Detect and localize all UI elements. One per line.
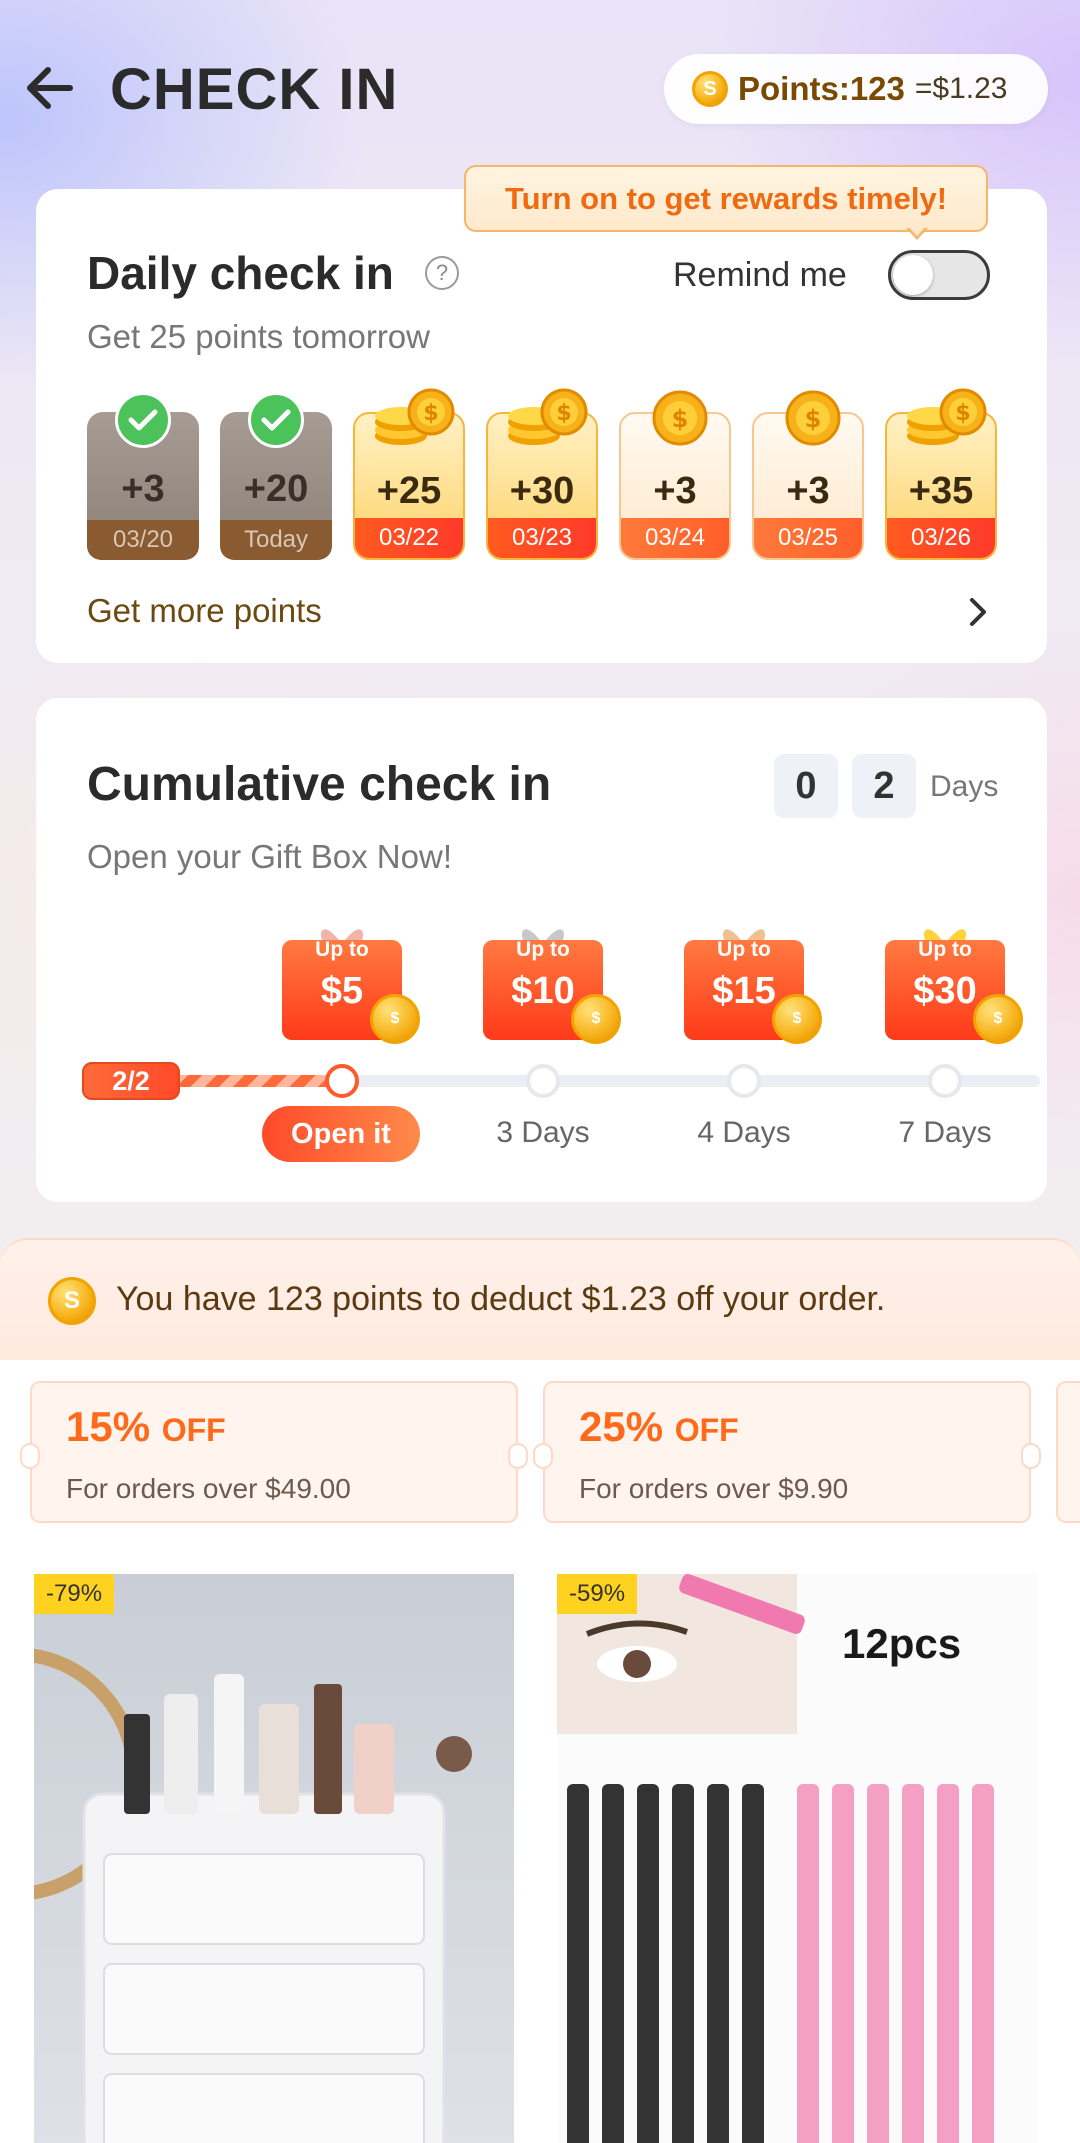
day-points: +35 xyxy=(908,470,974,512)
coupon-notch xyxy=(20,1443,40,1469)
day-count-digit: 0 xyxy=(774,754,838,818)
day-points: +3 xyxy=(786,470,830,512)
day-tile[interactable]: $ +3 03/25 xyxy=(752,390,864,560)
svg-text:$: $ xyxy=(672,405,689,433)
svg-text:$: $ xyxy=(955,401,970,426)
day-tile[interactable]: $ +35 03/26 xyxy=(885,388,997,560)
coupon-discount: 25% OFF xyxy=(579,1403,739,1450)
product-caption: 12pcs xyxy=(842,1620,962,1667)
svg-text:$: $ xyxy=(556,401,571,426)
remind-tooltip: Turn on to get rewards timely! xyxy=(464,165,988,232)
day-date: Today xyxy=(220,520,332,560)
daily-title: Daily check in xyxy=(87,247,394,299)
day-points: +25 xyxy=(376,470,442,512)
day-tile[interactable]: $ +3 03/24 xyxy=(619,390,731,560)
gift-box[interactable]: Up to $5 $ xyxy=(282,918,420,1050)
remind-label: Remind me xyxy=(673,256,847,294)
points-value: =$1.23 xyxy=(914,72,1008,105)
day-date: 03/25 xyxy=(754,518,862,558)
gift-upto: Up to xyxy=(516,938,570,961)
cumulative-subtitle: Open your Gift Box Now! xyxy=(87,838,452,875)
day-points: +30 xyxy=(509,470,575,512)
coin-icon: $ xyxy=(370,994,420,1044)
product-image xyxy=(557,1574,994,2143)
coin-stack-icon: $ xyxy=(375,388,455,445)
tooltip-arrow-fill xyxy=(908,226,926,236)
coupon-discount: 15% OFF xyxy=(66,1403,226,1450)
coin-icon: $ xyxy=(973,994,1023,1044)
daily-subtitle: Get 25 points tomorrow xyxy=(87,318,430,355)
check-icon xyxy=(248,392,304,448)
discount-badge: -59% xyxy=(557,1574,638,1614)
coin-icon: $ xyxy=(785,390,841,446)
coupon-condition: For orders over $9.90 xyxy=(579,1473,849,1504)
day-points: +20 xyxy=(243,468,309,510)
points-label: Points:123 xyxy=(738,70,905,107)
gift-upto: Up to xyxy=(717,938,771,961)
product-card[interactable]: -79% xyxy=(34,1574,514,2143)
svg-text:$: $ xyxy=(805,405,822,433)
get-more-points-link[interactable]: Get more points xyxy=(87,592,322,630)
points-notice-text: You have 123 points to deduct $1.23 off … xyxy=(116,1280,886,1318)
day-tile[interactable]: +3 03/20 xyxy=(87,392,199,560)
coin-icon: S xyxy=(692,71,728,107)
progress-fill xyxy=(160,1075,340,1087)
gift-upto: Up to xyxy=(918,938,972,961)
arrow-left-icon xyxy=(27,67,73,109)
day-date: 03/24 xyxy=(621,518,729,558)
chevron-right-icon[interactable] xyxy=(966,594,990,630)
coin-stack-icon: $ xyxy=(907,388,987,445)
day-count-digit: 2 xyxy=(852,754,916,818)
day-date: 03/23 xyxy=(488,518,596,558)
coupon-notch xyxy=(508,1443,528,1469)
milestone-node xyxy=(928,1064,962,1098)
product-image xyxy=(34,1648,472,2143)
cumulative-title: Cumulative check in xyxy=(87,758,552,811)
coupon-card[interactable]: 15% OFF For orders over $49.00 xyxy=(20,1381,528,1523)
page-title: CHECK IN xyxy=(110,57,399,122)
day-date: 03/26 xyxy=(887,518,995,558)
day-date: 03/22 xyxy=(355,518,463,558)
coin-icon: $ xyxy=(652,390,708,446)
svg-text:$: $ xyxy=(423,401,438,426)
points-balance[interactable]: S Points:123 =$1.23 xyxy=(664,54,1048,124)
check-icon xyxy=(115,392,171,448)
milestone-node xyxy=(325,1064,359,1098)
gift-box[interactable]: Up to $10 $ xyxy=(483,918,621,1050)
toggle-knob xyxy=(893,255,933,295)
milestone-label: 7 Days xyxy=(898,1116,992,1149)
help-icon[interactable]: ? xyxy=(425,256,459,290)
day-tile[interactable]: $ +25 03/22 xyxy=(353,388,465,560)
milestone-label: 3 Days xyxy=(496,1116,590,1149)
milestone-node xyxy=(526,1064,560,1098)
coupon-notch xyxy=(1021,1443,1041,1469)
coupon-notch xyxy=(533,1443,553,1469)
gift-box[interactable]: Up to $15 $ xyxy=(684,918,822,1050)
product-card[interactable]: 12pcs -59% xyxy=(557,1574,1037,2143)
remind-toggle[interactable] xyxy=(888,250,990,300)
coin-icon: $ xyxy=(772,994,822,1044)
back-button[interactable] xyxy=(20,58,80,118)
coupon-condition: For orders over $49.00 xyxy=(66,1473,351,1504)
coupon-card[interactable]: 25% OFF For orders over $9.90 xyxy=(533,1381,1041,1523)
coin-icon: S xyxy=(48,1277,96,1325)
day-tile[interactable]: $ +30 03/23 xyxy=(486,388,598,560)
day-date: 03/20 xyxy=(87,520,199,560)
day-points: +3 xyxy=(121,468,165,510)
days-label: Days xyxy=(930,770,999,803)
discount-badge: -79% xyxy=(34,1574,115,1614)
progress-badge: 2/2 xyxy=(82,1062,180,1100)
day-tile[interactable]: +20 Today xyxy=(220,392,332,560)
milestone-node xyxy=(727,1064,761,1098)
coin-stack-icon: $ xyxy=(508,388,588,445)
milestone-label: 4 Days xyxy=(697,1116,791,1149)
coupon-card-partial[interactable] xyxy=(1056,1381,1080,1523)
gift-upto: Up to xyxy=(315,938,369,961)
coin-icon: $ xyxy=(571,994,621,1044)
day-points: +3 xyxy=(653,470,697,512)
gift-box[interactable]: Up to $30 $ xyxy=(885,918,1023,1050)
open-gift-button[interactable]: Open it xyxy=(262,1106,420,1162)
